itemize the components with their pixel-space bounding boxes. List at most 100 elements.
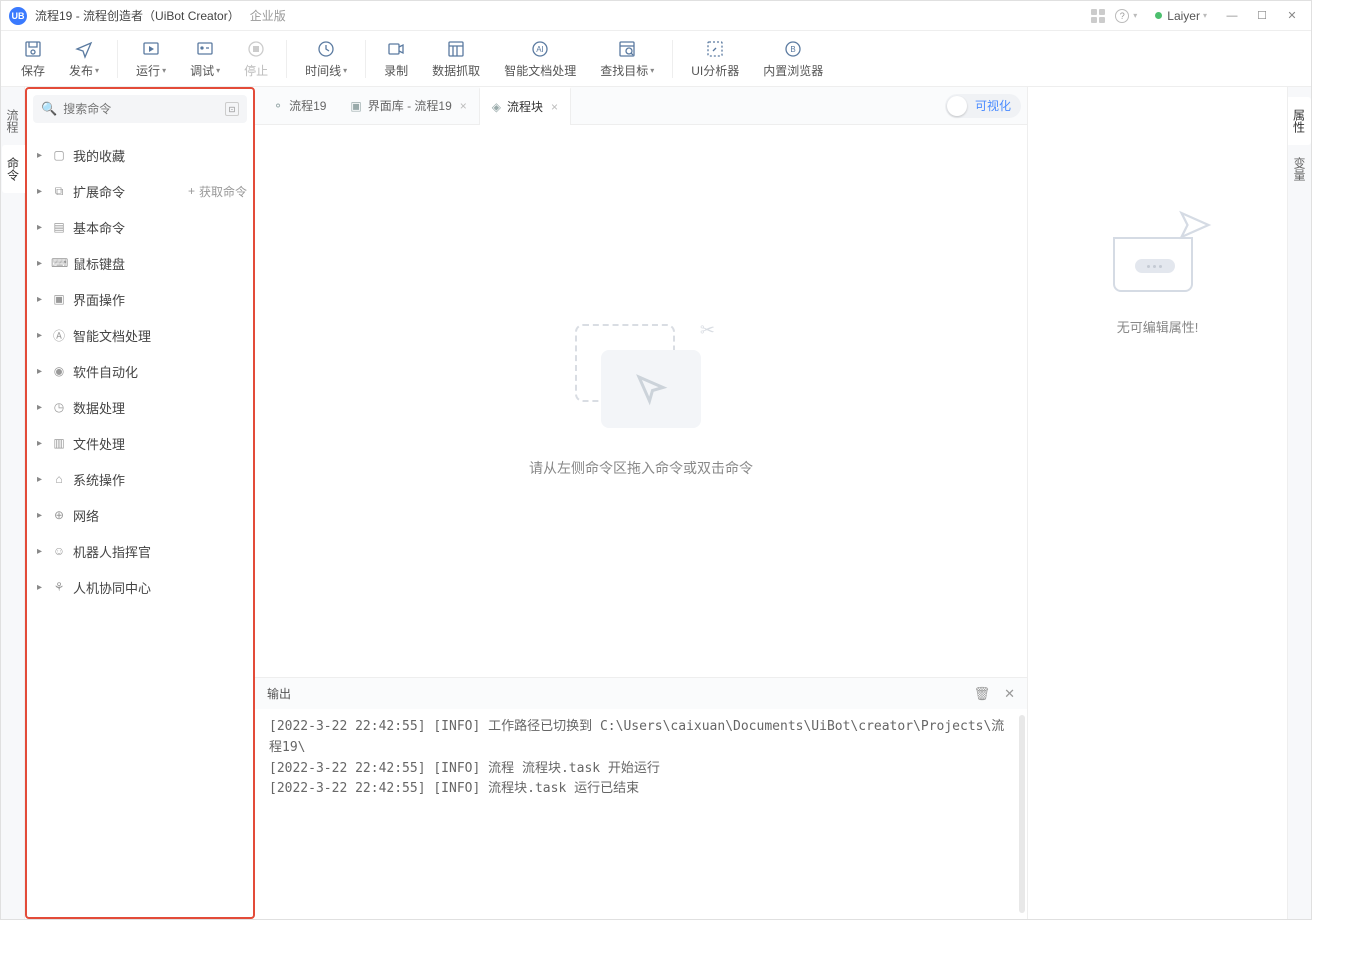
- data-capture-button[interactable]: 数据抓取: [420, 34, 492, 83]
- run-button[interactable]: 运行▾: [124, 34, 178, 83]
- output-panel-header: 输出 🗑 ✕: [255, 677, 1027, 709]
- search-icon: 🔍: [41, 101, 57, 117]
- idp-button[interactable]: AI智能文档处理: [492, 34, 588, 83]
- caret-icon: ▸: [37, 222, 49, 233]
- category-icon: ⌂: [51, 472, 67, 486]
- tree-item-label: 界面操作: [73, 290, 125, 309]
- tree-item-label: 系统操作: [73, 470, 125, 489]
- record-button[interactable]: 录制: [372, 34, 420, 83]
- get-commands-link[interactable]: +获取命令: [188, 183, 247, 200]
- find-target-button[interactable]: 查找目标▾: [588, 34, 666, 83]
- file-tab[interactable]: ▣界面库 - 流程19×: [338, 87, 478, 125]
- tab-type-icon: ⚬: [273, 99, 283, 113]
- tree-item[interactable]: ▸⌨鼠标键盘: [37, 245, 247, 281]
- timeline-button[interactable]: 时间线▾: [293, 34, 359, 83]
- output-panel-body[interactable]: [2022-3-22 22:42:55] [INFO] 工作路径已切换到 C:\…: [255, 709, 1027, 919]
- tree-item[interactable]: ▸▢我的收藏: [37, 137, 247, 173]
- caret-icon: ▸: [37, 294, 49, 305]
- tree-item-label: 基本命令: [73, 218, 125, 237]
- right-vertical-tabs: 属性 变量: [1287, 87, 1311, 919]
- publish-button[interactable]: 发布▾: [57, 34, 111, 83]
- tree-item[interactable]: ▸⌂系统操作: [37, 461, 247, 497]
- close-button[interactable]: ✕: [1277, 2, 1307, 30]
- maximize-button[interactable]: ☐: [1247, 2, 1277, 30]
- collapse-all-icon[interactable]: ⊡: [225, 102, 239, 116]
- caret-icon: ▸: [37, 366, 49, 377]
- browser-button[interactable]: B内置浏览器: [751, 34, 835, 83]
- file-tab[interactable]: ◈流程块×: [479, 87, 571, 125]
- file-tab-label: 界面库 - 流程19: [368, 97, 452, 114]
- tree-item[interactable]: ▸⧉扩展命令+获取命令: [37, 173, 247, 209]
- output-line: [2022-3-22 22:42:55] [INFO] 流程 流程块.task …: [269, 759, 1013, 780]
- output-line: [2022-3-22 22:42:55] [INFO] 流程块.task 运行已…: [269, 779, 1013, 800]
- tree-item[interactable]: ▸◉ 软件自动化: [37, 353, 247, 389]
- scrollbar[interactable]: [1019, 715, 1025, 913]
- category-icon: ▤: [51, 220, 67, 234]
- tree-item[interactable]: ▸▥文件处理: [37, 425, 247, 461]
- app-icon: UB: [9, 7, 27, 25]
- caret-icon: ▸: [37, 150, 49, 161]
- tree-item[interactable]: ▸⚘人机协同中心: [37, 569, 247, 605]
- tree-item-label: 数据处理: [73, 398, 125, 417]
- caret-icon: ▸: [37, 546, 49, 557]
- category-icon: ⧉: [51, 184, 67, 199]
- caret-icon: ▸: [37, 258, 49, 269]
- debug-button[interactable]: 调试▾: [178, 34, 232, 83]
- toggle-knob-icon: [947, 96, 967, 116]
- file-tab-label: 流程块: [507, 98, 543, 115]
- tree-item-label: 网络: [73, 506, 99, 525]
- caret-icon: ▸: [37, 402, 49, 413]
- output-line: [2022-3-22 22:42:55] [INFO] 工作路径已切换到 C:\…: [269, 717, 1013, 759]
- category-icon: ⚘: [51, 580, 67, 594]
- minimize-button[interactable]: —: [1217, 2, 1247, 30]
- vtab-prop[interactable]: 属性: [1288, 97, 1311, 145]
- tree-item-label: 机器人指挥官: [73, 542, 151, 561]
- output-close-icon[interactable]: ✕: [1004, 686, 1015, 702]
- vtab-flow[interactable]: 流程: [1, 97, 24, 145]
- svg-text:AI: AI: [536, 45, 544, 54]
- left-vertical-tabs: 流程 命令: [1, 87, 25, 919]
- save-button[interactable]: 保存: [9, 34, 57, 83]
- tree-item-label: 软件自动化: [73, 362, 138, 381]
- category-icon: ⌨: [51, 256, 67, 270]
- vtab-cmd[interactable]: 命令: [2, 145, 25, 193]
- workflow-canvas[interactable]: ✂ 请从左侧命令区拖入命令或双击命令: [255, 125, 1027, 677]
- output-clear-icon[interactable]: 🗑: [974, 686, 991, 702]
- command-search[interactable]: 🔍 ⊡: [33, 95, 247, 123]
- tree-item-label: 我的收藏: [73, 146, 125, 165]
- tree-item[interactable]: ▸☺ 机器人指挥官: [37, 533, 247, 569]
- category-icon: ◉: [51, 364, 67, 378]
- file-tab-label: 流程19: [289, 97, 326, 114]
- svg-text:B: B: [791, 45, 796, 54]
- command-tree: ▸▢我的收藏▸⧉扩展命令+获取命令▸▤基本命令▸⌨鼠标键盘▸▣界面操作▸Ⓐ智能文…: [33, 137, 247, 911]
- category-icon: Ⓐ: [51, 327, 67, 344]
- category-icon: ▣: [51, 292, 67, 306]
- apps-grid-icon[interactable]: [1091, 9, 1105, 23]
- properties-empty-icon: [1103, 207, 1213, 297]
- tree-item[interactable]: ▸▣ 界面操作: [37, 281, 247, 317]
- tab-close-icon[interactable]: ×: [551, 100, 558, 114]
- tree-item[interactable]: ▸▤ 基本命令: [37, 209, 247, 245]
- ui-analyzer-button[interactable]: UI分析器: [679, 34, 751, 83]
- vtab-var[interactable]: 变量: [1288, 145, 1311, 193]
- tree-item[interactable]: ▸Ⓐ智能文档处理: [37, 317, 247, 353]
- stop-button: 停止: [232, 34, 280, 83]
- properties-empty-text: 无可编辑属性!: [1117, 317, 1199, 336]
- category-icon: ☺: [51, 544, 67, 558]
- caret-icon: ▸: [37, 438, 49, 449]
- canvas-hint: 请从左侧命令区拖入命令或双击命令: [529, 458, 753, 478]
- user-menu[interactable]: Laiyer▾: [1155, 9, 1207, 23]
- search-input[interactable]: [63, 102, 225, 116]
- tree-item[interactable]: ▸◷数据处理: [37, 389, 247, 425]
- tree-item-label: 人机协同中心: [73, 578, 151, 597]
- file-tab[interactable]: ⚬ 流程19: [261, 87, 338, 125]
- category-icon: ▥: [51, 436, 67, 450]
- tree-item[interactable]: ▸⊕网络: [37, 497, 247, 533]
- caret-icon: ▸: [37, 186, 49, 197]
- window-title: 流程19 - 流程创造者（UiBot Creator）: [35, 7, 240, 24]
- visual-mode-toggle[interactable]: 可视化: [945, 94, 1021, 118]
- properties-panel: 无可编辑属性!: [1027, 87, 1287, 919]
- help-icon[interactable]: ?: [1115, 9, 1129, 23]
- output-title: 输出: [267, 685, 291, 702]
- tab-close-icon[interactable]: ×: [460, 99, 467, 113]
